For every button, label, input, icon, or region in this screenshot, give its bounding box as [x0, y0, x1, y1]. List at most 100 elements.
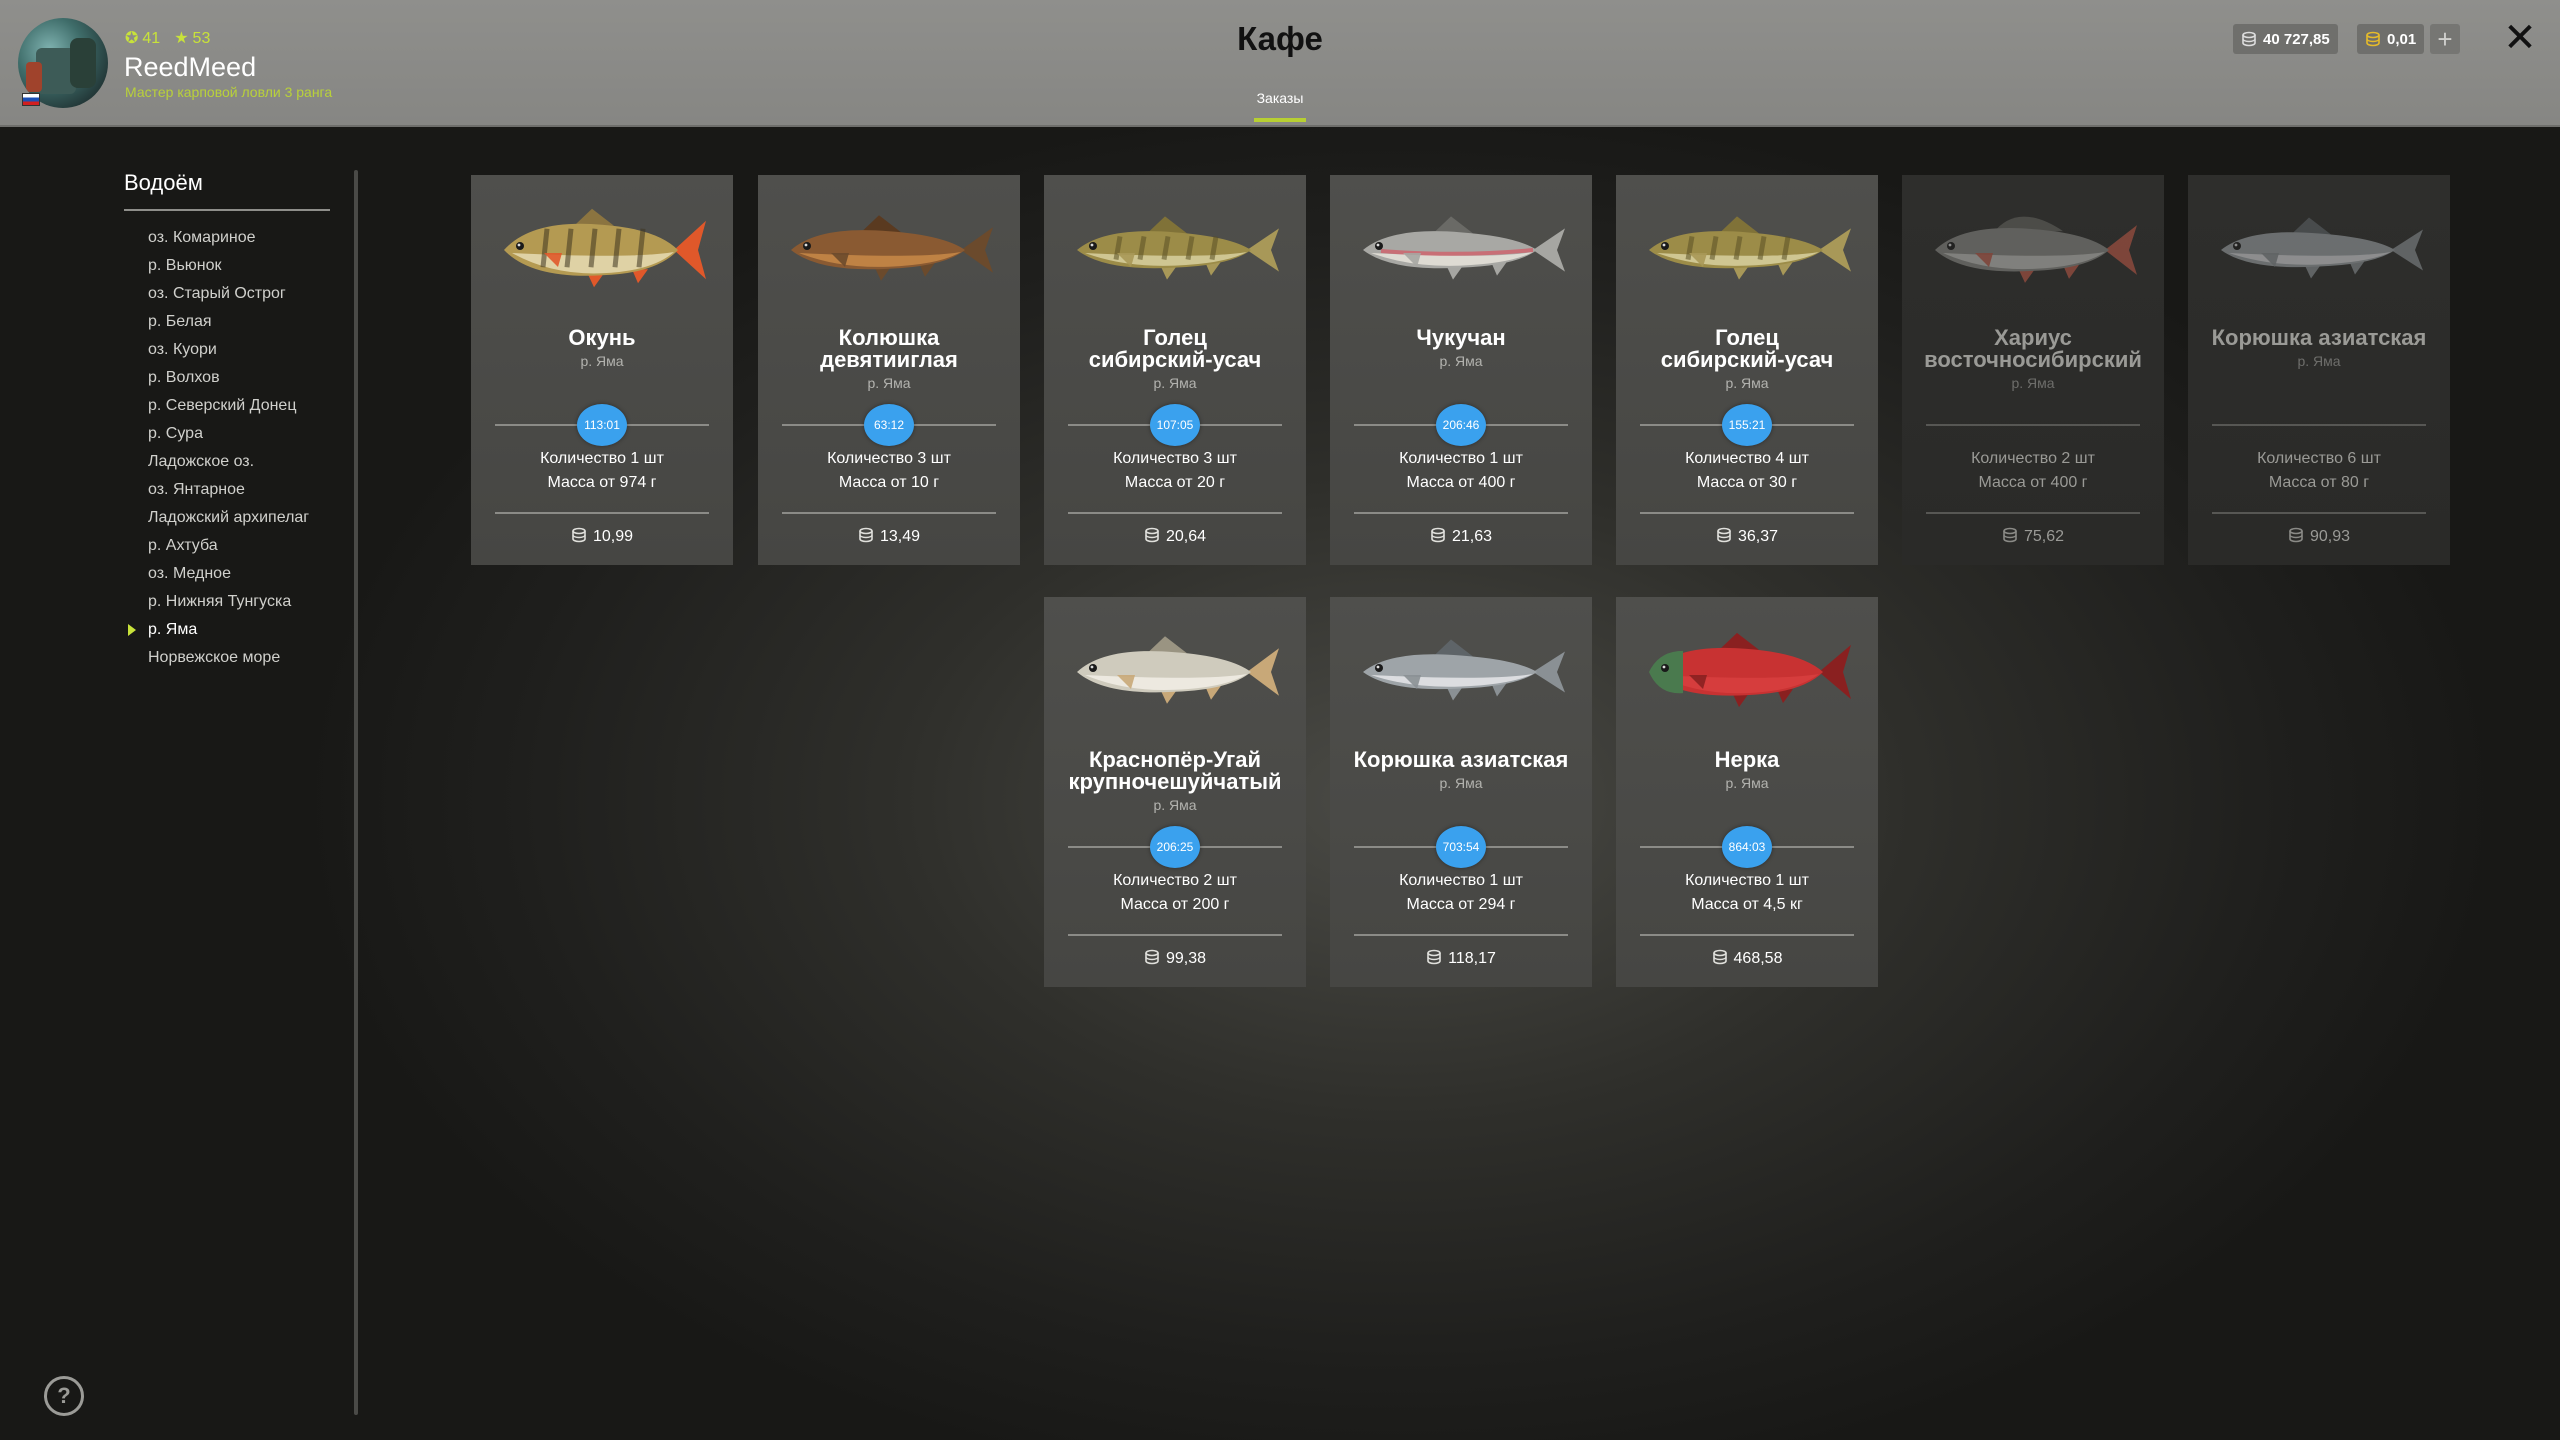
sidebar-item[interactable]: р. Яма [128, 618, 309, 646]
order-timer: 206:25 [1150, 826, 1200, 868]
order-quantity: Количество 3 шт [827, 450, 951, 467]
fish-location: р. Яма [580, 353, 624, 369]
order-mass: Масса от 80 г [2268, 474, 2370, 491]
fish-name: Краснопёр-Угай крупночешуйчатый [1044, 749, 1306, 793]
sidebar-item[interactable]: р. Северский Донец [148, 394, 309, 422]
fish-name: Хариус восточносибирский [1902, 327, 2164, 371]
help-button[interactable]: ? [44, 1376, 84, 1416]
fish-location: р. Яма [1153, 797, 1197, 813]
card-divider [782, 512, 996, 514]
card-divider [1926, 424, 2140, 426]
card-divider [1068, 512, 1282, 514]
card-divider [1640, 512, 1854, 514]
sidebar-scrollbar[interactable] [354, 170, 358, 1415]
sidebar-title-underline [124, 209, 330, 211]
reward-amount: 90,93 [2309, 528, 2351, 545]
fish-name-line1: Краснопёр-Угай [1088, 747, 1262, 772]
order-card[interactable]: Голец сибирский-усач р. Яма 155:21 Количеств… [1616, 175, 1878, 565]
country-flag-icon [22, 93, 40, 106]
order-card[interactable]: Чукучан р. Яма 206:46 Количество 1 шт Масса … [1330, 175, 1592, 565]
order-quantity: Количество 1 шт [1399, 450, 1523, 467]
order-mass: Масса от 20 г [1124, 474, 1226, 491]
fish-name-line2: девятииглая [820, 347, 958, 372]
fish-location: р. Яма [1439, 353, 1483, 369]
waterbody-list: оз. Комариное р. Вьюнок оз. Старый Острог р… [128, 226, 309, 674]
sidebar-item-label: р. Волхов [148, 369, 220, 386]
sidebar-item[interactable]: р. Волхов [148, 366, 309, 394]
card-divider [495, 512, 709, 514]
order-quantity: Количество 3 шт [1113, 450, 1237, 467]
loach-fish-icon [1077, 216, 1279, 280]
sidebar-item[interactable]: Норвежское море [148, 646, 309, 674]
order-reward: 21,63 [1330, 527, 1592, 546]
loach-fish-icon [1649, 216, 1851, 280]
fish-name-line1: Корюшка азиатская [2211, 325, 2427, 350]
sidebar-item[interactable]: оз. Янтарное [148, 478, 309, 506]
sidebar-item[interactable]: оз. Комариное [148, 226, 309, 254]
sidebar-item-label: р. Вьюнок [148, 257, 222, 274]
selected-arrow-icon [128, 624, 136, 636]
dace-fish-icon [1077, 636, 1279, 704]
order-card[interactable]: Голец сибирский-усач р. Яма 107:05 Количеств… [1044, 175, 1306, 565]
sidebar-item-label: оз. Медное [148, 565, 231, 582]
coin-icon [572, 527, 586, 543]
order-timer: 155:21 [1722, 404, 1772, 446]
sidebar-item[interactable]: р. Белая [148, 310, 309, 338]
smelt-fish-icon [1363, 639, 1565, 701]
silver-coin-icon [2242, 31, 2256, 47]
order-quantity: Количество 1 шт [1685, 872, 1809, 889]
fish-name-line2: восточносибирский [1924, 347, 2142, 372]
fish-location: р. Яма [2011, 375, 2055, 391]
order-mass: Масса от 10 г [838, 474, 940, 491]
sidebar-item-label: р. Белая [148, 313, 212, 330]
close-button[interactable]: ✕ [2500, 18, 2540, 58]
order-mass: Масса от 4,5 кг [1691, 896, 1803, 913]
card-divider [2212, 424, 2426, 426]
order-reward: 75,62 [1902, 527, 2164, 546]
order-card[interactable]: Корюшка азиатская р. Яма 703:54 Количество … [1330, 597, 1592, 987]
sidebar-item[interactable]: оз. Старый Острог [148, 282, 309, 310]
fish-location: р. Яма [2297, 353, 2341, 369]
silver-balance: 40 727,85 [2233, 24, 2338, 54]
coin-icon [1712, 949, 1727, 965]
sidebar-item[interactable]: р. Ахтуба [148, 534, 309, 562]
sidebar-item[interactable]: р. Нижняя Тунгуска [148, 590, 309, 618]
order-card[interactable]: Краснопёр-Угай крупночешуйчатый р. Яма 206:… [1044, 597, 1306, 987]
tab-orders[interactable]: Заказы [1230, 90, 1330, 106]
player-rank: Мастер карповой ловли 3 ранга [125, 84, 333, 100]
order-card[interactable]: Хариус восточносибирский р. Яма Количество … [1902, 175, 2164, 565]
order-mass: Масса от 400 г [1406, 474, 1516, 491]
sidebar-item-label: р. Яма [148, 621, 198, 638]
sidebar-item[interactable]: Ладожский архипелаг [148, 506, 309, 534]
add-currency-button[interactable]: + [2430, 24, 2460, 54]
card-divider [1354, 512, 1568, 514]
reward-amount: 99,38 [1165, 950, 1207, 967]
grayling-fish-icon [1935, 216, 2137, 283]
sidebar-item[interactable]: р. Вьюнок [148, 254, 309, 282]
card-divider [1068, 934, 1282, 936]
order-card[interactable]: Окунь р. Яма 113:01 Количество 1 шт Масса от… [471, 175, 733, 565]
order-reward: 118,17 [1330, 949, 1592, 968]
card-divider [1354, 934, 1568, 936]
order-quantity: Количество 1 шт [540, 450, 664, 467]
sidebar-item[interactable]: Ладожское оз. [148, 450, 309, 478]
fish-name: Чукучан [1330, 327, 1592, 349]
order-card[interactable]: Корюшка азиатская р. Яма Количество 6 шт Ма… [2188, 175, 2450, 565]
sidebar-item[interactable]: оз. Куори [148, 338, 309, 366]
coin-icon [1145, 527, 1159, 543]
coin-icon [2003, 527, 2017, 543]
order-card[interactable]: Нерка р. Яма 864:03 Количество 1 шт Масса от… [1616, 597, 1878, 987]
reward-amount: 21,63 [1451, 528, 1493, 545]
order-timer: 107:05 [1150, 404, 1200, 446]
active-tab-indicator [1254, 118, 1306, 122]
order-timer: 206:46 [1436, 404, 1486, 446]
sidebar-item[interactable]: р. Сура [148, 422, 309, 450]
perch-fish-icon [504, 208, 706, 288]
fish-name-line1: Окунь [568, 325, 636, 350]
sidebar-item-label: р. Сура [148, 425, 203, 442]
fish-name: Нерка [1616, 749, 1878, 771]
sidebar-item[interactable]: оз. Медное [148, 562, 309, 590]
order-card[interactable]: Колюшка девятииглая р. Яма 63:12 Количество … [758, 175, 1020, 565]
order-quantity: Количество 4 шт [1685, 450, 1809, 467]
order-reward: 99,38 [1044, 949, 1306, 968]
